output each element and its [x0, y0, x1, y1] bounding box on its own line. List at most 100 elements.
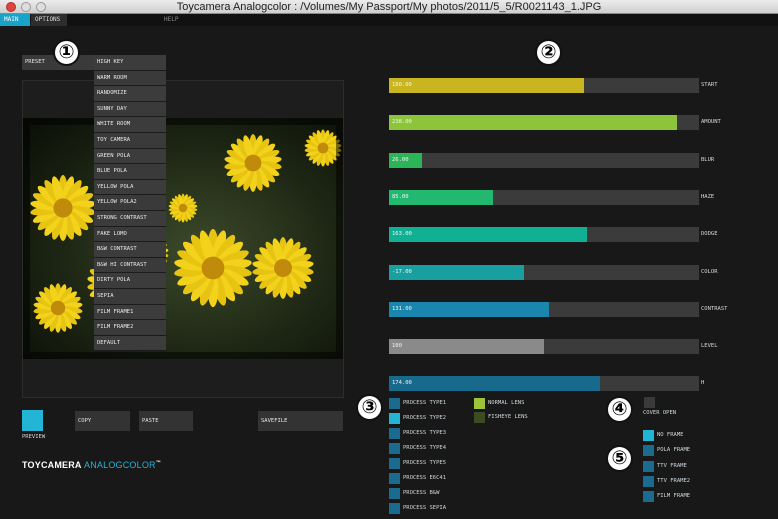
process-type-label: PROCESS TYPE1 [403, 400, 447, 406]
slider-color[interactable]: -17.00 [389, 264, 699, 280]
preset-item[interactable]: GREEN POLA [94, 148, 166, 165]
preset-item[interactable]: RANDOMIZE [94, 86, 166, 102]
process-type-checkbox[interactable] [389, 398, 400, 409]
preset-item[interactable]: WARM ROOM [94, 70, 166, 87]
logo-trademark: ™ [155, 460, 161, 466]
slider-label: LEVEL [701, 343, 718, 350]
slider-value: -17.00 [392, 268, 412, 275]
slider-label: HAZE [701, 193, 715, 200]
tab-help[interactable]: HELP [160, 14, 190, 26]
slider-amount[interactable]: 238.00 [389, 115, 699, 131]
slider-label: DODGE [701, 231, 718, 238]
slider-fill [389, 227, 588, 243]
slider-blur[interactable]: 26.00 [389, 152, 699, 168]
frame-label: POLA FRAME [657, 447, 691, 454]
preset-item[interactable]: SEPIA [94, 288, 166, 305]
preset-item[interactable]: WHITE ROOM [94, 117, 166, 133]
slider-label: BLUR [701, 156, 715, 163]
app-logo: TOYCAMERA ANALOGCOLOR™ [22, 460, 161, 470]
process-type-label: PROCESS SEPIA [403, 505, 447, 511]
preset-item[interactable]: HIGH KEY [94, 55, 166, 71]
frame-checkbox[interactable] [643, 430, 654, 441]
savefile-button[interactable]: SAVEFILE [258, 411, 343, 431]
slider-start[interactable]: 180.00 [389, 78, 699, 93]
slider-label: COLOR [701, 268, 718, 275]
process-type-checkbox[interactable] [389, 473, 400, 484]
process-type-label: PROCESS TYPE3 [403, 430, 447, 436]
logo-text-analogcolor: ANALOGCOLOR [84, 460, 156, 470]
process-type-checkbox[interactable] [389, 458, 400, 469]
slider-dodge[interactable]: 163.00 [389, 227, 699, 243]
lens-label: NORMAL LENS [488, 400, 525, 406]
slider-label: AMOUNT [701, 119, 721, 126]
slider-haze[interactable]: 85.00 [389, 189, 699, 205]
slider-value: 180.00 [392, 82, 412, 88]
window-title: Toycamera Analogcolor : /Volumes/My Pass… [176, 1, 602, 13]
daisy-flower [30, 175, 96, 241]
tab-main[interactable]: MAIN [0, 14, 30, 26]
frame-checkbox[interactable] [643, 475, 654, 487]
slider-label: START [701, 82, 718, 88]
slider-value: 131.00 [392, 305, 412, 312]
process-type-checkbox[interactable] [389, 503, 400, 514]
slider-h[interactable]: 174.00 [389, 376, 699, 392]
frame-label: TTV FRAME2 [657, 477, 691, 484]
lens-checkbox[interactable] [474, 398, 485, 409]
slider-label: H [701, 380, 705, 387]
slider-value: 163.00 [392, 231, 412, 238]
daisy-flower [252, 237, 314, 299]
marker-4: ④ [606, 396, 633, 423]
frame-label: NO FRAME [657, 432, 684, 438]
daisy-flower [174, 228, 252, 308]
process-type-checkbox[interactable] [389, 428, 400, 439]
lens-checkbox[interactable] [474, 412, 485, 423]
app-window: Toycamera Analogcolor : /Volumes/My Pass… [0, 0, 778, 519]
flower-photo-image [23, 118, 343, 359]
preset-item[interactable]: BLUE POLA [94, 164, 166, 180]
preset-item[interactable]: DIRTY POLA [94, 273, 166, 289]
preset-item[interactable]: B&W HI CONTRAST [94, 257, 166, 274]
preset-item[interactable]: FAKE LOMO [94, 226, 166, 243]
cover-open-toggle[interactable] [644, 397, 655, 408]
process-type-checkbox[interactable] [389, 443, 400, 454]
marker-1: ① [53, 39, 80, 66]
tab-options[interactable]: OPTIONS [31, 14, 67, 26]
preset-item[interactable]: STRONG CONTRAST [94, 210, 166, 227]
frame-checkbox[interactable] [643, 491, 654, 503]
process-type-checkbox[interactable] [389, 488, 400, 499]
slider-fill [389, 339, 544, 355]
daisy-flower [224, 134, 282, 192]
preset-item[interactable]: B&W CONTRAST [94, 242, 166, 258]
copy-button[interactable]: COPY [75, 411, 130, 431]
slider-value: 26.00 [392, 156, 409, 163]
slider-fill [389, 376, 600, 392]
marker-5: ⑤ [606, 445, 633, 472]
frame-checkbox[interactable] [643, 445, 654, 457]
preset-item[interactable]: FILM FRAME1 [94, 304, 166, 321]
preset-item[interactable]: DEFAULT [94, 335, 166, 352]
preset-item[interactable]: YELLOW POLA2 [94, 195, 166, 211]
paste-button[interactable]: PASTE [139, 411, 193, 431]
process-type-label: PROCESS TYPE4 [403, 445, 447, 451]
tab-bar: MAIN OPTIONS HELP [0, 14, 778, 26]
frame-checkbox[interactable] [643, 460, 654, 472]
slider-contrast[interactable]: 131.00 [389, 301, 699, 317]
process-type-checkbox[interactable] [389, 413, 400, 424]
title-bar: Toycamera Analogcolor : /Volumes/My Pass… [0, 0, 778, 14]
preset-item[interactable]: YELLOW POLA [94, 179, 166, 196]
slider-value: 174.00 [392, 380, 412, 387]
preview-toggle[interactable] [22, 410, 43, 431]
preset-item[interactable]: SUNNY DAY [94, 101, 166, 118]
daisy-flower [168, 193, 198, 223]
frame-label: FILM FRAME [657, 493, 691, 500]
slider-fill [389, 301, 549, 317]
preview-label: PREVIEW [22, 434, 46, 440]
cover-open-label: COVER OPEN [643, 410, 677, 416]
photo-preview [23, 118, 343, 359]
process-type-label: PROCESS E6C41 [403, 475, 447, 481]
preset-list: HIGH KEY WARM ROOM RANDOMIZE SUNNY DAY WHITE… [94, 55, 166, 352]
preset-item[interactable]: FILM FRAME2 [94, 320, 166, 336]
slider-level[interactable]: 100 [389, 339, 699, 355]
marker-2: ② [535, 39, 562, 66]
preset-item[interactable]: TOY CAMERA [94, 132, 166, 149]
